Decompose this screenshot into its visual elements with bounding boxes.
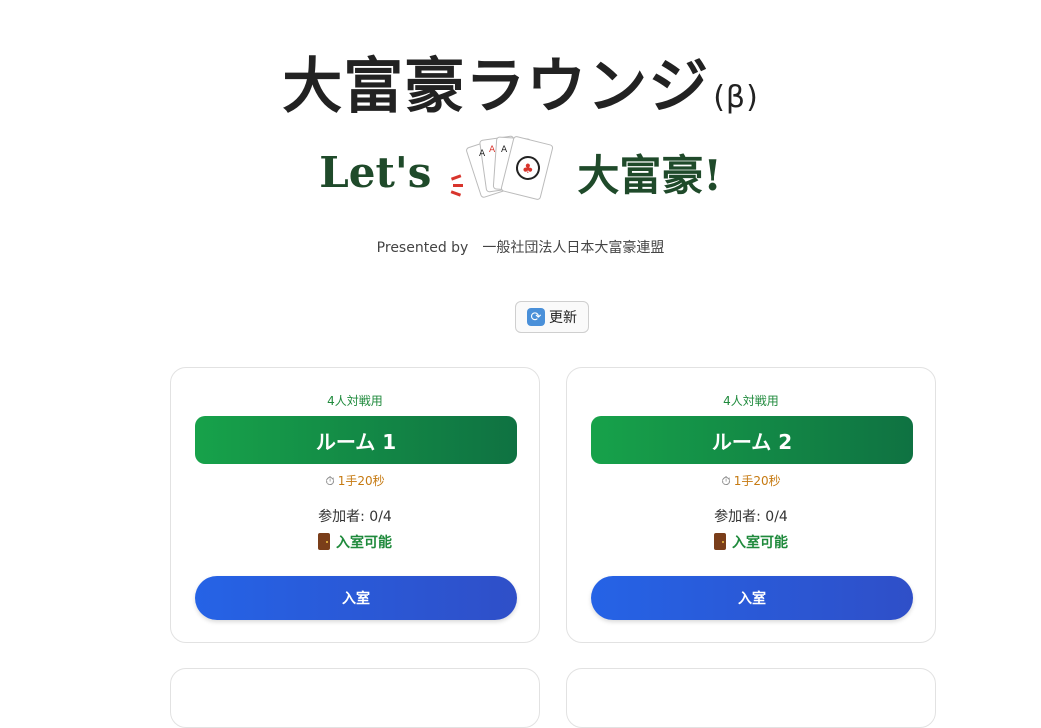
- enter-room-button[interactable]: 入室: [591, 576, 913, 620]
- room-mode: 4人対戦用: [327, 394, 383, 408]
- stopwatch-icon: ⏱: [721, 474, 731, 488]
- beta-badge: (β): [713, 80, 759, 115]
- room-status-text: 入室可能: [732, 535, 788, 551]
- refresh-label: 更新: [549, 310, 577, 326]
- refresh-button[interactable]: ⟳ 更新: [515, 301, 589, 333]
- room-status: 入室可能: [567, 532, 935, 552]
- stopwatch-icon: ⏱: [325, 474, 335, 488]
- svg-text:A: A: [479, 149, 486, 159]
- room-card: 4人対戦用 ルーム 2 ⏱ 1手20秒 参加者: 0/4 入室可能 入室: [566, 367, 936, 643]
- refresh-icon: ⟳: [527, 308, 545, 326]
- time-limit: ⏱ 1手20秒: [567, 472, 935, 489]
- player-count: 参加者: 0/4: [714, 509, 788, 525]
- presented-by-label: Presented by: [376, 240, 469, 256]
- logo-banner: Let's A A A ♣ 大富豪!: [0, 132, 1041, 212]
- page-title: 大富豪ラウンジ (β): [0, 38, 1041, 125]
- room-name-banner: ルーム 2: [591, 416, 913, 464]
- svg-text:♣: ♣: [522, 162, 534, 177]
- organization-name: 一般社団法人日本大富豪連盟: [482, 240, 665, 256]
- room-name-banner: ルーム 1: [195, 416, 517, 464]
- presented-by-line: Presented by 一般社団法人日本大富豪連盟: [0, 237, 1041, 257]
- playing-cards-icon: A A A ♣: [450, 135, 554, 200]
- logo-text-right: 大富豪!: [577, 150, 722, 200]
- page-title-text: 大富豪ラウンジ: [282, 52, 710, 122]
- room-card-partial: [566, 668, 936, 728]
- door-icon: [714, 533, 726, 550]
- svg-text:A: A: [489, 145, 496, 155]
- room-status: 入室可能: [171, 532, 539, 552]
- room-card-partial: [170, 668, 540, 728]
- room-status-text: 入室可能: [336, 535, 392, 551]
- logo-text-left: Let's: [319, 147, 432, 197]
- enter-room-button[interactable]: 入室: [195, 576, 517, 620]
- room-mode: 4人対戦用: [723, 394, 779, 408]
- time-limit: ⏱ 1手20秒: [171, 472, 539, 489]
- svg-text:A: A: [501, 145, 508, 155]
- time-limit-text: 1手20秒: [337, 474, 385, 488]
- room-card: 4人対戦用 ルーム 1 ⏱ 1手20秒 参加者: 0/4 入室可能 入室: [170, 367, 540, 643]
- time-limit-text: 1手20秒: [733, 474, 781, 488]
- player-count: 参加者: 0/4: [318, 509, 392, 525]
- door-icon: [318, 533, 330, 550]
